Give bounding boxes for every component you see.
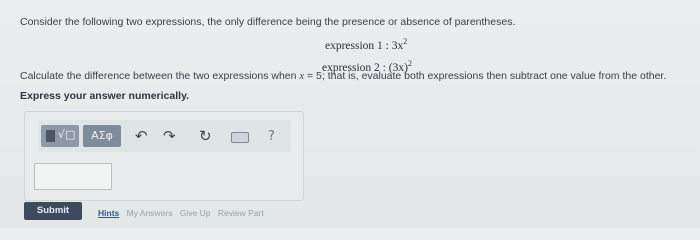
my-answers-link[interactable]: My Answers [127, 208, 173, 218]
calculate-text-1: Calculate the difference between the two… [20, 70, 300, 82]
give-up-link[interactable]: Give Up [180, 208, 211, 218]
radical-icon: √□ [58, 128, 76, 141]
answer-input[interactable] [34, 163, 112, 190]
submit-button[interactable]: Submit [24, 202, 82, 220]
problem-calculate: Calculate the difference between the two… [20, 70, 666, 82]
review-part-link[interactable]: Review Part [218, 208, 264, 218]
undo-icon[interactable]: ↶ [135, 128, 148, 144]
hints-link[interactable]: Hints [98, 208, 119, 218]
expression-1-body: 3x [391, 39, 404, 52]
templates-button[interactable]: √□ [41, 125, 79, 147]
expression-1-label: expression 1 : [325, 39, 389, 52]
expression-2-exponent: 2 [407, 59, 412, 68]
keyboard-icon[interactable] [231, 132, 249, 143]
help-icon[interactable]: ? [268, 129, 275, 145]
greek-symbols-button[interactable]: ΑΣφ [83, 125, 121, 147]
expression-1: expression 1 : 3x2 [325, 37, 407, 52]
calculate-text-2: = 5; that is, evaluate both expressions … [304, 70, 667, 82]
reset-icon[interactable]: ↻ [199, 128, 212, 144]
answer-instruction: Express your answer numerically. [20, 90, 190, 102]
expression-1-exponent: 2 [403, 37, 408, 46]
math-toolbar: √□ ΑΣφ ↶ ↷ ↻ ? [39, 120, 291, 152]
redo-icon[interactable]: ↷ [163, 128, 176, 144]
template-block-icon [46, 130, 55, 142]
problem-intro: Consider the following two expressions, … [20, 16, 516, 28]
answer-panel: √□ ΑΣφ ↶ ↷ ↻ ? [24, 111, 304, 201]
action-links: Hints My Answers Give Up Review Part [98, 208, 269, 218]
